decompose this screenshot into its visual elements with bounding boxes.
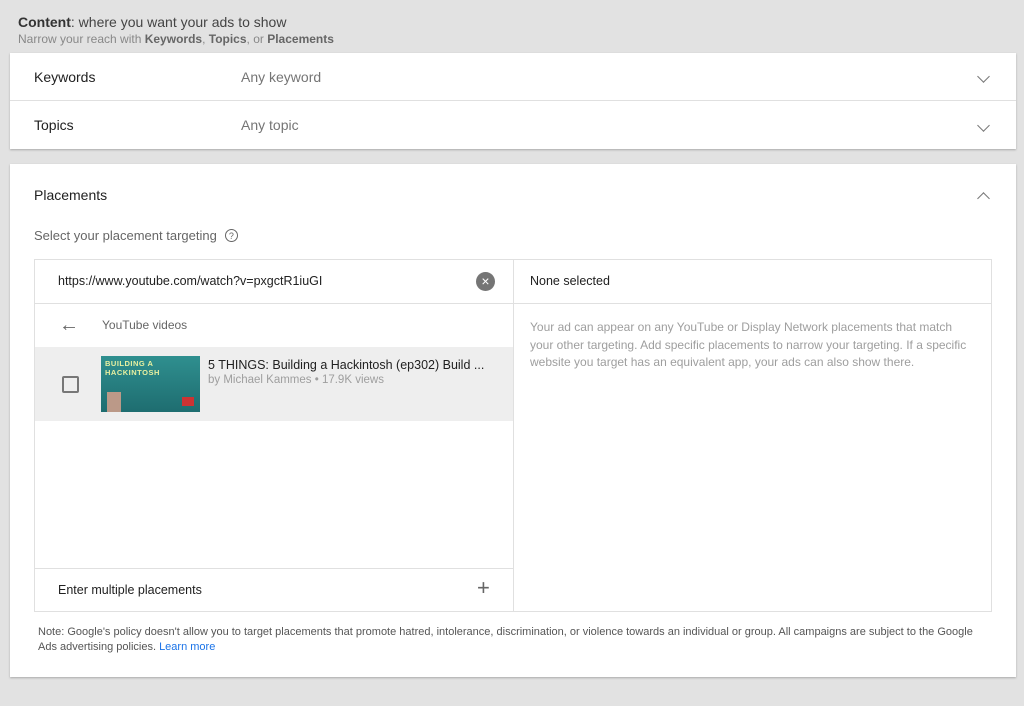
placements-title: Placements xyxy=(34,187,108,203)
video-meta: by Michael Kammes • 17.9K views xyxy=(208,374,384,386)
learn-more-link[interactable]: Learn more xyxy=(159,641,215,653)
policy-note: Note: Google's policy doesn't allow you … xyxy=(38,626,973,653)
list-item[interactable]: BUILDING A HACKINTOSH 5 THINGS: Building… xyxy=(35,347,513,421)
targeting-card: Keywords Any keyword Topics Any topic xyxy=(10,53,1016,149)
topics-row[interactable]: Topics Any topic xyxy=(10,101,1016,149)
selected-info: Your ad can appear on any YouTube or Dis… xyxy=(530,320,967,369)
chevron-down-icon[interactable] xyxy=(977,70,990,83)
chevron-up-icon[interactable] xyxy=(977,192,990,205)
help-icon[interactable]: ? xyxy=(224,229,238,242)
video-thumbnail: BUILDING A HACKINTOSH xyxy=(101,356,200,412)
video-title: 5 THINGS: Building a Hackintosh (ep302) … xyxy=(208,358,485,372)
plus-icon[interactable]: + xyxy=(477,575,490,601)
section-subtitle: Narrow your reach with Keywords, Topics,… xyxy=(18,32,334,46)
clear-icon[interactable]: × xyxy=(476,272,495,291)
keywords-row[interactable]: Keywords Any keyword xyxy=(10,53,1016,101)
placements-card: Placements Select your placement targeti… xyxy=(10,164,1016,677)
keywords-value: Any keyword xyxy=(241,68,322,85)
chevron-down-icon[interactable] xyxy=(977,118,990,132)
enter-multiple-placements[interactable]: Enter multiple placements xyxy=(58,583,202,597)
thumbnail-text: BUILDING A HACKINTOSH xyxy=(105,359,160,377)
selected-header: None selected xyxy=(530,274,610,288)
placement-picker: https://www.youtube.com/watch?v=pxgctR1i… xyxy=(34,259,992,612)
checkbox[interactable] xyxy=(62,376,79,393)
section-title: Content: where you want your ads to show xyxy=(18,14,287,30)
results-category: YouTube videos xyxy=(102,318,188,332)
topics-label: Topics xyxy=(34,117,74,133)
placement-subtitle: Select your placement targeting xyxy=(34,228,217,243)
keywords-label: Keywords xyxy=(34,68,96,85)
topics-value: Any topic xyxy=(241,117,299,133)
placement-search-input[interactable]: https://www.youtube.com/watch?v=pxgctR1i… xyxy=(58,274,322,288)
back-arrow-icon[interactable]: ← xyxy=(59,314,79,337)
